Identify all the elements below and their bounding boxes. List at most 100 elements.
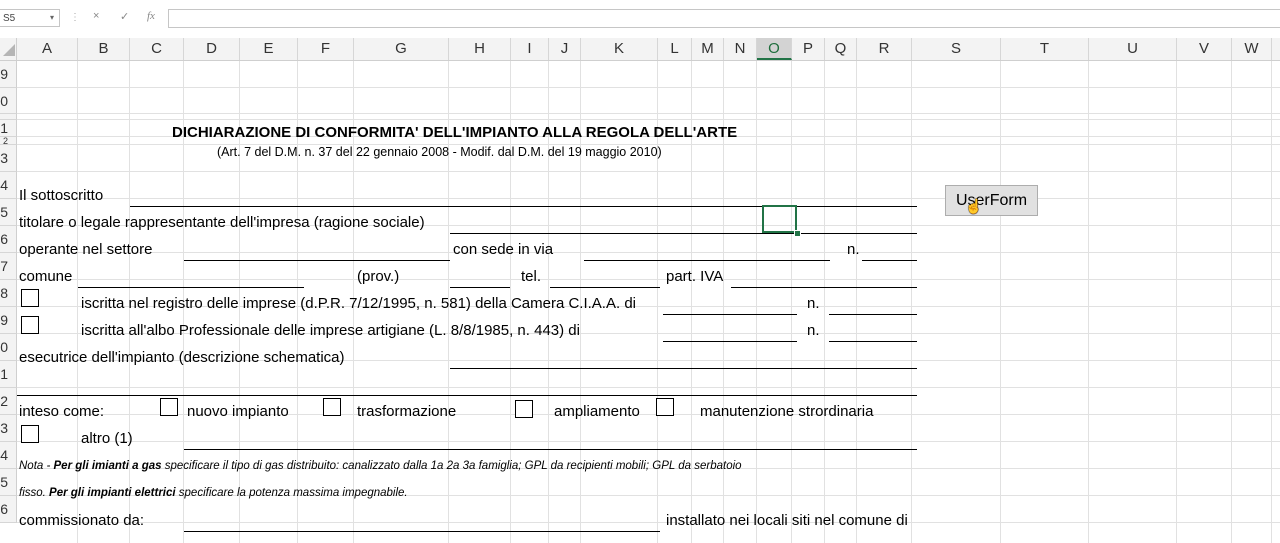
row-header[interactable]: 7 (0, 253, 17, 280)
row-header[interactable]: 4 (0, 172, 17, 199)
row-header[interactable]: 6 (0, 496, 17, 523)
grid-row-line (17, 441, 1280, 442)
label-inteso-come: inteso come: (19, 403, 105, 420)
grid-row-line (17, 119, 1280, 120)
insert-function-icon[interactable]: fx (147, 10, 155, 22)
form-subtitle: (Art. 7 del D.M. n. 37 del 22 gennaio 20… (217, 145, 662, 159)
column-header-j[interactable]: J (549, 38, 581, 60)
field-albo-numero-line (829, 341, 917, 342)
note-gas-prefix: Nota - (19, 460, 54, 472)
note-gas: Nota - Per gli imianti a gas specificare… (19, 460, 742, 472)
grid-row-line (17, 387, 1280, 388)
grid-column-line (1000, 61, 1001, 543)
row-header[interactable]: 0 (0, 334, 17, 361)
userform-button[interactable]: UserForm (945, 185, 1038, 216)
column-header-e[interactable]: E (240, 38, 298, 60)
row-header[interactable]: 3 (0, 145, 17, 172)
row-header[interactable]: 6 (0, 226, 17, 253)
column-header-s[interactable]: S (912, 38, 1001, 60)
row-header[interactable]: 3 (0, 415, 17, 442)
field-descrizione-line-2 (17, 395, 917, 396)
column-header-d[interactable]: D (184, 38, 240, 60)
field-descrizione-line-1 (450, 368, 917, 369)
field-camera-line (663, 314, 797, 315)
enter-icon[interactable]: ✓ (120, 10, 129, 23)
column-header-q[interactable]: Q (825, 38, 857, 60)
checkbox-ampliamento[interactable] (515, 400, 533, 418)
column-header-h[interactable]: H (449, 38, 511, 60)
row-header[interactable]: 2 (0, 137, 17, 145)
note-gas-text: specificare il tipo di gas distribuito: … (161, 460, 742, 472)
label-tel: tel. (521, 268, 542, 285)
column-header-b[interactable]: B (78, 38, 130, 60)
note-elettrici-prefix: fisso. (19, 487, 50, 499)
field-prov-line (450, 287, 510, 288)
label-nuovo-impianto: nuovo impianto (187, 403, 289, 420)
column-header-t[interactable]: T (1001, 38, 1089, 60)
checkbox-albo-artigiane[interactable] (21, 316, 39, 334)
row-header[interactable]: 9 (0, 307, 17, 334)
row-header[interactable]: 4 (0, 442, 17, 469)
column-header-n[interactable]: N (724, 38, 757, 60)
label-part-iva: part. IVA (666, 268, 724, 285)
label-manutenzione: manutenzione strordinaria (700, 403, 874, 420)
grid-row-line (17, 279, 1280, 280)
fill-handle[interactable] (794, 230, 801, 237)
label-prov: (prov.) (357, 268, 400, 285)
grid-row-line (17, 113, 1280, 114)
column-header-i[interactable]: I (511, 38, 549, 60)
column-header-v[interactable]: V (1177, 38, 1232, 60)
row-header[interactable]: 5 (0, 199, 17, 226)
field-sottoscritto-line (130, 206, 917, 207)
column-header-c[interactable]: C (130, 38, 184, 60)
field-via-line (584, 260, 830, 261)
checkbox-altro[interactable] (21, 425, 39, 443)
label-sottoscritto: Il sottoscritto (19, 187, 104, 204)
label-trasformazione: trasformazione (357, 403, 457, 420)
hand-cursor-icon: ☝ (965, 198, 983, 214)
column-header-a[interactable]: A (17, 38, 78, 60)
grid-column-line (1271, 61, 1272, 543)
row-header[interactable]: 9 (0, 61, 17, 88)
row-header[interactable]: 0 (0, 88, 17, 114)
field-albo-di-line (663, 341, 797, 342)
name-box-dropdown-icon[interactable]: ▾ (50, 9, 54, 27)
column-header-o[interactable]: O (757, 38, 792, 60)
field-settore-line (184, 260, 450, 261)
column-header-w[interactable]: W (1232, 38, 1272, 60)
checkbox-nuovo-impianto[interactable] (160, 398, 178, 416)
grid-column-line (856, 61, 857, 543)
label-installato: installato nei locali siti nel comune di (666, 512, 908, 529)
grid-row-line (17, 198, 1280, 199)
formula-input[interactable] (168, 9, 1280, 28)
column-header-f[interactable]: F (298, 38, 354, 60)
grid-row-line (17, 87, 1280, 88)
grid-column-line (791, 61, 792, 543)
column-header-u[interactable]: U (1089, 38, 1177, 60)
form-title: DICHIARAZIONE DI CONFORMITA' DELL'IMPIAN… (172, 124, 738, 141)
column-header-p[interactable]: P (792, 38, 825, 60)
row-header[interactable]: 8 (0, 280, 17, 307)
column-header-r[interactable]: R (857, 38, 912, 60)
row-header[interactable]: 1 (0, 120, 17, 137)
row-header[interactable]: 5 (0, 469, 17, 496)
label-registro-numero: n. (807, 295, 820, 312)
column-header-g[interactable]: G (354, 38, 449, 60)
selected-cell[interactable] (762, 205, 797, 233)
field-numero-line (862, 260, 917, 261)
cancel-icon[interactable]: × (93, 10, 99, 22)
row-header[interactable]: 2 (0, 388, 17, 415)
checkbox-registro-imprese[interactable] (21, 289, 39, 307)
field-altro-line (184, 449, 917, 450)
field-tel-line (550, 287, 660, 288)
column-headers: ABCDEFGHIJKLMNOPQRSTUVW (17, 38, 1280, 61)
checkbox-trasformazione[interactable] (323, 398, 341, 416)
column-header-l[interactable]: L (658, 38, 692, 60)
column-header-m[interactable]: M (692, 38, 724, 60)
row-header[interactable]: 1 (0, 361, 17, 388)
column-header-k[interactable]: K (581, 38, 658, 60)
grid-column-line (1176, 61, 1177, 543)
checkbox-manutenzione[interactable] (656, 398, 674, 416)
field-comune-line (78, 287, 304, 288)
label-albo: iscritta all'albo Professionale delle im… (81, 322, 580, 339)
